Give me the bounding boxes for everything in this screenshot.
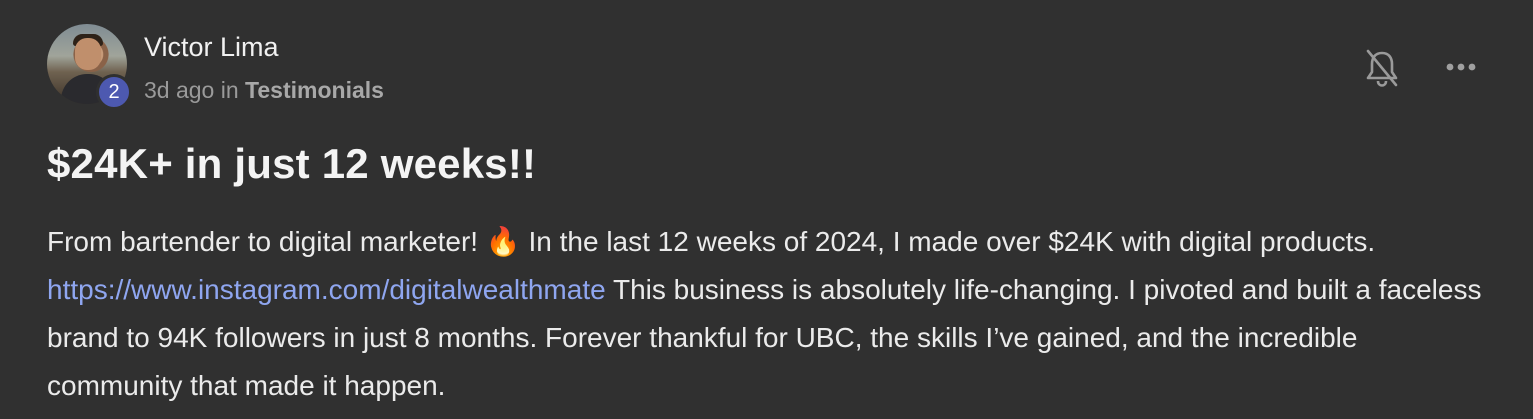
ellipsis-icon[interactable] (1442, 52, 1482, 82)
category-link[interactable]: Testimonials (245, 77, 384, 103)
author-name[interactable]: Victor Lima (144, 32, 279, 63)
post-time: 3d ago (144, 77, 215, 103)
meta-in-word: in (220, 77, 239, 103)
bell-off-icon[interactable] (1364, 48, 1400, 88)
post-body-text-2: In the last 12 weeks of 2024, I made ove… (520, 226, 1376, 257)
post-card: 2 Victor Lima 3d ago in Testimonials $24… (0, 0, 1533, 419)
post-meta: 3d ago in Testimonials (144, 77, 384, 104)
avatar-container[interactable]: 2 (47, 24, 132, 110)
post-body: From bartender to digital marketer! 🔥 In… (47, 218, 1487, 410)
post-title: $24K+ in just 12 weeks!! (47, 140, 537, 187)
avatar-face (75, 38, 101, 70)
fire-emoji-icon: 🔥 (485, 225, 521, 258)
post-body-text-1: From bartender to digital marketer! (47, 226, 486, 257)
instagram-link[interactable]: https://www.instagram.com/digitalwealthm… (47, 274, 606, 305)
level-badge: 2 (96, 74, 132, 110)
